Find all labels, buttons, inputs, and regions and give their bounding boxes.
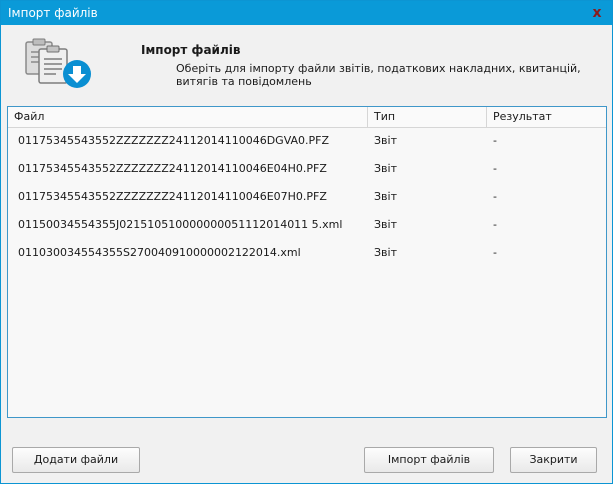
file-result: - bbox=[493, 162, 497, 175]
file-type: Звіт bbox=[374, 134, 397, 147]
file-type: Звіт bbox=[374, 246, 397, 259]
file-result: - bbox=[493, 246, 497, 259]
file-name: 01175345543552ZZZZZZZ24112014110046E04H0… bbox=[18, 162, 327, 175]
column-header-result[interactable]: Результат bbox=[487, 107, 606, 127]
file-name: 01175345543552ZZZZZZZ24112014110046DGVA0… bbox=[18, 134, 330, 147]
table-row[interactable]: 01175345543552ZZZZZZZ24112014110046DGVA0… bbox=[8, 131, 606, 151]
import-documents-icon bbox=[25, 38, 91, 88]
close-button[interactable]: Закрити bbox=[510, 447, 597, 473]
file-result: - bbox=[493, 218, 497, 231]
file-type: Звіт bbox=[374, 162, 397, 175]
file-type: Звіт bbox=[374, 190, 397, 203]
file-type: Звіт bbox=[374, 218, 397, 231]
add-files-button[interactable]: Додати файли bbox=[12, 447, 140, 473]
table-row[interactable]: 011030034554355S270040910000002122014.xm… bbox=[8, 243, 606, 263]
table-row[interactable]: 01175345543552ZZZZZZZ24112014110046E07H0… bbox=[8, 187, 606, 207]
window-title: Імпорт файлів bbox=[8, 6, 98, 20]
titlebar: Імпорт файлів x bbox=[1, 1, 612, 25]
import-dialog: Імпорт файлів x Імпорт файлів Оберіть дл… bbox=[0, 0, 613, 484]
file-name: 01175345543552ZZZZZZZ24112014110046E07H0… bbox=[18, 190, 327, 203]
file-name: 01150034554355J0215105100000000511120140… bbox=[18, 218, 343, 231]
table-row[interactable]: 01175345543552ZZZZZZZ24112014110046E04H0… bbox=[8, 159, 606, 179]
table-row[interactable]: 01150034554355J0215105100000000511120140… bbox=[8, 215, 606, 235]
table-header: Файл Тип Результат bbox=[8, 107, 606, 128]
file-result: - bbox=[493, 190, 497, 203]
import-files-button[interactable]: Імпорт файлів bbox=[364, 447, 494, 473]
file-name: 011030034554355S270040910000002122014.xm… bbox=[18, 246, 301, 259]
column-header-file[interactable]: Файл bbox=[8, 107, 368, 127]
header-description: Оберіть для імпорту файли звітів, податк… bbox=[176, 62, 581, 88]
file-result: - bbox=[493, 134, 497, 147]
files-table[interactable]: Файл Тип Результат 01175345543552ZZZZZZZ… bbox=[7, 106, 607, 418]
close-icon[interactable]: x bbox=[588, 4, 606, 22]
column-header-type[interactable]: Тип bbox=[368, 107, 487, 127]
header-title: Імпорт файлів bbox=[141, 43, 241, 57]
